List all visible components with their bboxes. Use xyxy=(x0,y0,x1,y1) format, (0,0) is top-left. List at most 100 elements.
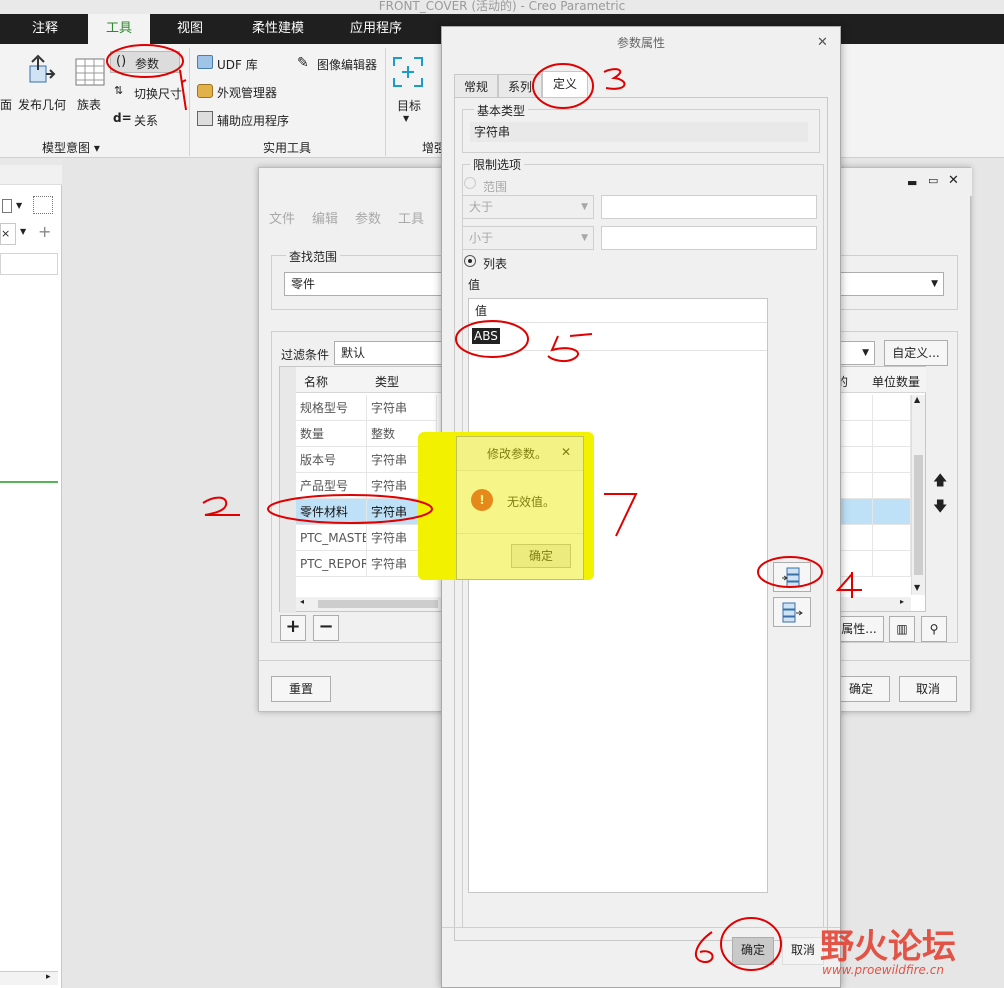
maximize-icon[interactable]: ▭ xyxy=(928,174,938,187)
error-icon: ! xyxy=(471,489,493,511)
tab-tools[interactable]: 工具 xyxy=(88,14,150,44)
cell-unit-quantity xyxy=(873,551,911,577)
less-than-input[interactable] xyxy=(601,226,817,250)
values-list[interactable]: 值 ABS xyxy=(468,298,768,893)
tab-family[interactable]: 系列 xyxy=(498,74,542,98)
add-icon[interactable]: + xyxy=(38,222,51,241)
close-icon[interactable]: ✕ xyxy=(948,173,959,188)
clear-icon[interactable]: × xyxy=(0,223,16,245)
chevron-down-icon: ▼ xyxy=(931,279,938,289)
tree-search-input[interactable] xyxy=(0,253,58,275)
tab-applications[interactable]: 应用程序 xyxy=(336,14,416,44)
cell-name: 规格型号 xyxy=(296,395,367,421)
param-cancel-button[interactable]: 取消 xyxy=(899,676,957,702)
close-icon[interactable]: ✕ xyxy=(817,35,828,50)
table-columns-icon[interactable]: ▥ xyxy=(889,616,915,642)
chevron-down-icon: ▼ xyxy=(581,202,588,212)
switch-dims-button[interactable]: 切换尺寸 xyxy=(134,85,182,102)
move-down-icon[interactable]: 🡇 xyxy=(933,496,947,520)
group-utilities: 实用工具 xyxy=(263,141,312,155)
chevron-down-icon[interactable]: ▼ xyxy=(403,114,409,123)
lookin-label: 查找范围 xyxy=(286,248,341,265)
cell-unit-quantity xyxy=(873,473,911,499)
tab-definition[interactable]: 定义 xyxy=(542,71,588,98)
remove-parameter-button[interactable]: − xyxy=(313,615,339,641)
face-label[interactable]: 面 xyxy=(0,96,12,113)
add-parameter-button[interactable]: + xyxy=(280,615,306,641)
filter-select[interactable]: 默认 xyxy=(334,341,454,365)
publish-geometry-button[interactable]: 发布几何 xyxy=(18,96,66,113)
tree-scrollbar[interactable]: ▸ xyxy=(0,971,58,985)
binoculars-icon[interactable]: ⚲ xyxy=(921,616,947,642)
cell-unit-quantity xyxy=(873,395,911,421)
col-type[interactable]: 类型 xyxy=(375,373,399,390)
target-icon[interactable] xyxy=(392,56,424,88)
tab-view[interactable]: 视图 xyxy=(160,14,220,44)
parameters-button[interactable]: () 参数 xyxy=(110,51,180,73)
switch-dims-icon: ⇅ xyxy=(114,84,124,97)
cell-extra xyxy=(837,551,873,577)
menu-edit[interactable]: 编辑 xyxy=(312,208,338,227)
base-type-label: 基本类型 xyxy=(474,102,529,119)
prop-cancel-button[interactable]: 取消 xyxy=(782,937,824,965)
cell-name: 零件材料 xyxy=(296,499,367,525)
tab-annotate[interactable]: 注释 xyxy=(16,14,74,44)
insert-value-button[interactable] xyxy=(773,562,811,592)
col-name[interactable]: 名称 xyxy=(304,373,328,390)
filter-icon[interactable] xyxy=(33,196,53,214)
cell-name: 数量 xyxy=(296,421,367,447)
doc-icon[interactable] xyxy=(2,199,12,213)
greater-than-select[interactable]: 大于 ▼ xyxy=(462,195,594,219)
base-type-value: 字符串 xyxy=(470,122,808,142)
range-radio[interactable] xyxy=(464,177,476,189)
tab-general[interactable]: 常规 xyxy=(454,74,498,98)
col-unit-quantity[interactable]: 单位数量 xyxy=(872,373,920,390)
image-editor-button[interactable]: 图像编辑器 xyxy=(317,56,377,73)
reset-button[interactable]: 重置 xyxy=(271,676,331,702)
greater-than-input[interactable] xyxy=(601,195,817,219)
table-vscroll[interactable]: ▲ ▼ xyxy=(911,395,925,595)
customize-button[interactable]: 自定义... xyxy=(884,340,948,366)
appearance-manager-button[interactable]: 外观管理器 xyxy=(217,84,277,101)
range-label: 范围 xyxy=(483,180,508,194)
auxiliary-apps-button[interactable]: 辅助应用程序 xyxy=(217,112,289,129)
menu-tools[interactable]: 工具 xyxy=(398,208,424,227)
tree-separator xyxy=(0,481,58,483)
appearance-manager-icon xyxy=(197,84,213,98)
properties-button[interactable]: 属性... xyxy=(834,616,884,642)
list-radio[interactable] xyxy=(464,255,476,267)
prop-ok-button[interactable]: 确定 xyxy=(732,937,774,965)
cell-extra xyxy=(837,473,873,499)
close-icon[interactable]: ✕ xyxy=(561,445,571,459)
cell-type: 字符串 xyxy=(367,395,437,421)
target-button[interactable]: 目标 xyxy=(397,97,421,114)
cell-extra xyxy=(837,447,873,473)
move-up-icon[interactable]: 🡅 xyxy=(933,470,947,494)
cell-name: 产品型号 xyxy=(296,473,367,499)
relations-button[interactable]: 关系 xyxy=(134,112,158,129)
group-model-intent[interactable]: 模型意图 ▾ xyxy=(42,139,100,156)
family-table-icon[interactable] xyxy=(75,58,105,86)
cell-extra xyxy=(837,499,873,525)
relations-icon: d= xyxy=(113,111,132,125)
chevron-down-icon[interactable]: ▼ xyxy=(20,227,26,236)
udf-library-button[interactable]: UDF 库 xyxy=(217,56,258,73)
remove-value-button[interactable] xyxy=(773,597,811,627)
values-label: 值 xyxy=(468,278,481,292)
less-than-select[interactable]: 小于 ▼ xyxy=(462,226,594,250)
popup-ok-button[interactable]: 确定 xyxy=(511,544,571,568)
publish-geometry-icon[interactable] xyxy=(24,54,58,88)
parameters-label: 参数 xyxy=(135,57,160,71)
family-table-button[interactable]: 族表 xyxy=(77,96,101,113)
menu-parameters[interactable]: 参数 xyxy=(355,208,381,227)
list-item[interactable]: ABS xyxy=(469,323,767,351)
menu-file[interactable]: 文件 xyxy=(269,208,295,227)
cell-unit-quantity xyxy=(873,525,911,551)
modify-parameter-popup: 修改参数。 ✕ ! 无效值。 确定 xyxy=(456,436,584,580)
chevron-down-icon[interactable]: ▼ xyxy=(16,201,22,210)
remove-value-icon xyxy=(782,602,803,623)
tab-flexible-modeling[interactable]: 柔性建模 xyxy=(238,14,318,44)
watermark: 野火论坛 www.proewildfire.cn xyxy=(820,905,1004,985)
minimize-icon[interactable]: ▬ xyxy=(907,176,917,189)
cell-name: 版本号 xyxy=(296,447,367,473)
